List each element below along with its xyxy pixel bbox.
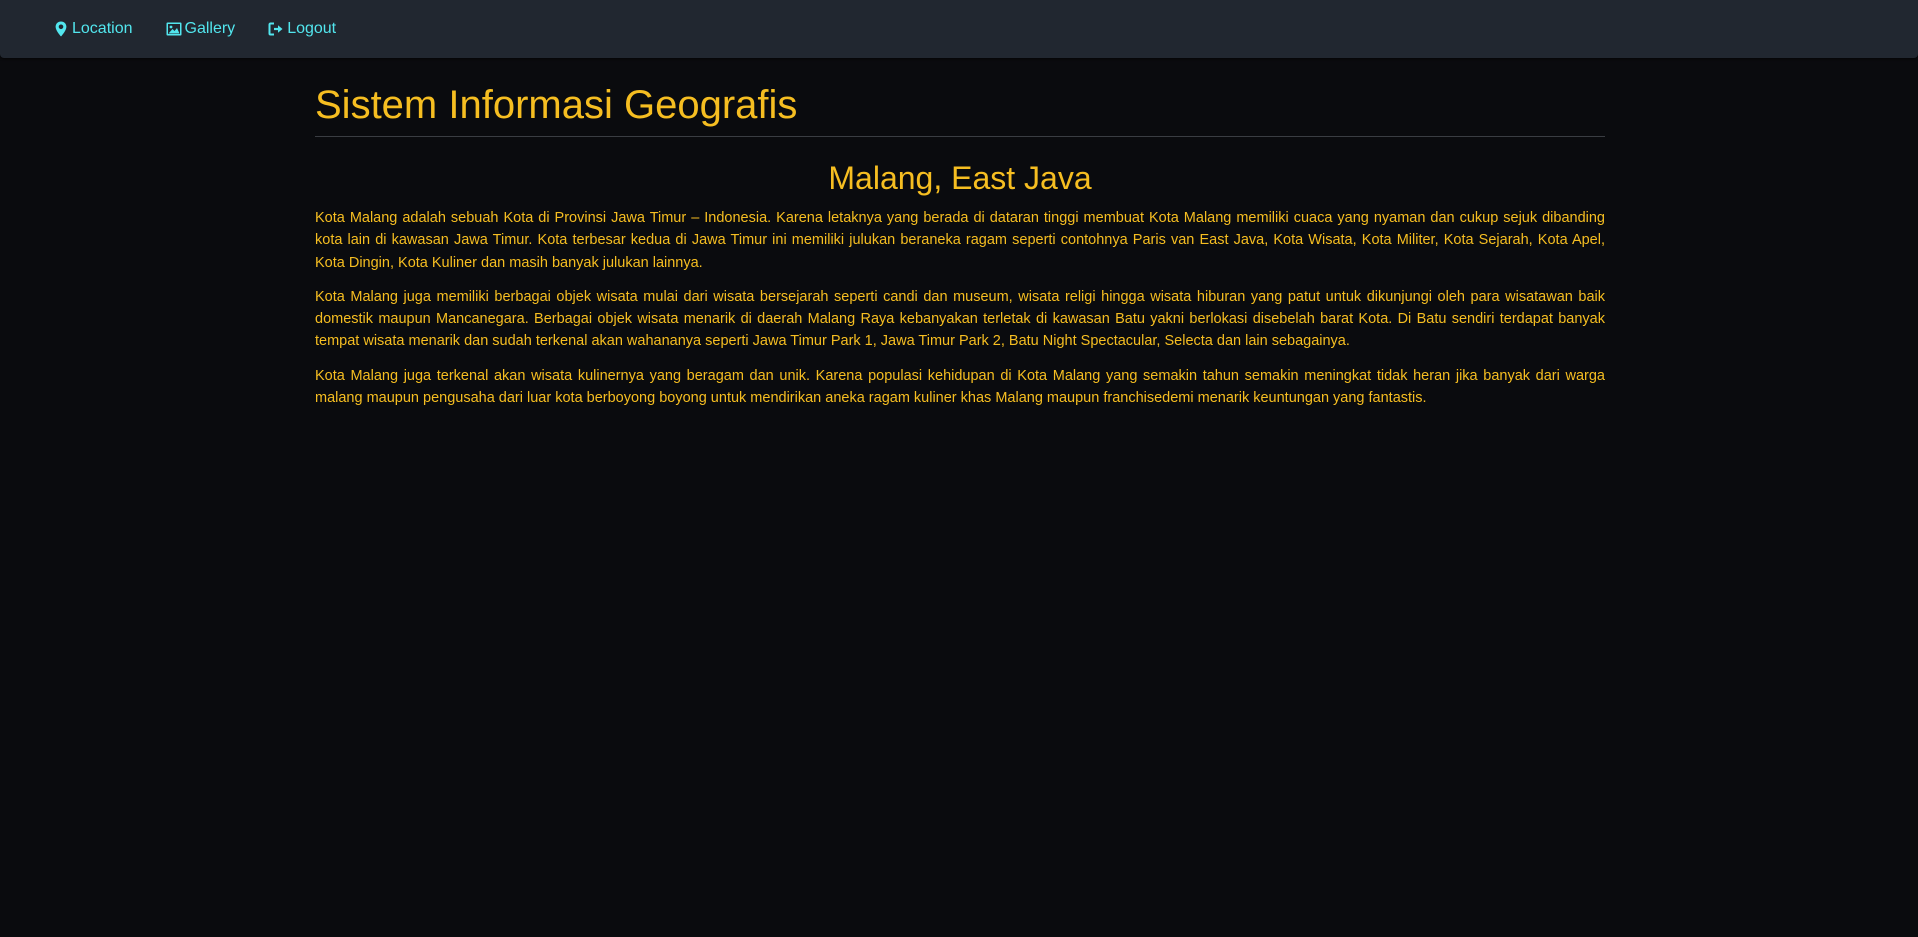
paragraph-tourism: Kota Malang juga memiliki berbagai objek… [315, 288, 1605, 350]
sign-out-icon [268, 21, 284, 37]
section-heading: Malang, East Java [828, 160, 1092, 196]
image-icon [166, 21, 182, 37]
page-title: Sistem Informasi Geografis [315, 83, 798, 127]
top-navbar: Location Gallery Logout [0, 0, 1918, 58]
logout-link[interactable]: Logout [268, 20, 336, 38]
gallery-label: Gallery [184, 20, 236, 37]
divider [315, 136, 1605, 137]
location-label: Location [72, 20, 133, 37]
nav-item-location: Location [53, 20, 166, 38]
paragraph-culinary: Kota Malang juga terkenal akan wisata ku… [315, 367, 1605, 407]
map-marker-icon [53, 21, 69, 37]
paragraph-intro: Kota Malang adalah sebuah Kota di Provin… [315, 210, 1605, 271]
location-link[interactable]: Location [53, 20, 133, 38]
nav-item-gallery: Gallery [166, 20, 269, 38]
main-content: Sistem Informasi Geografis Malang, East … [315, 76, 1605, 409]
logout-label: Logout [287, 20, 337, 37]
nav-list: Location Gallery Logout [53, 0, 369, 58]
nav-item-logout: Logout [268, 20, 369, 38]
gallery-link[interactable]: Gallery [166, 20, 236, 38]
